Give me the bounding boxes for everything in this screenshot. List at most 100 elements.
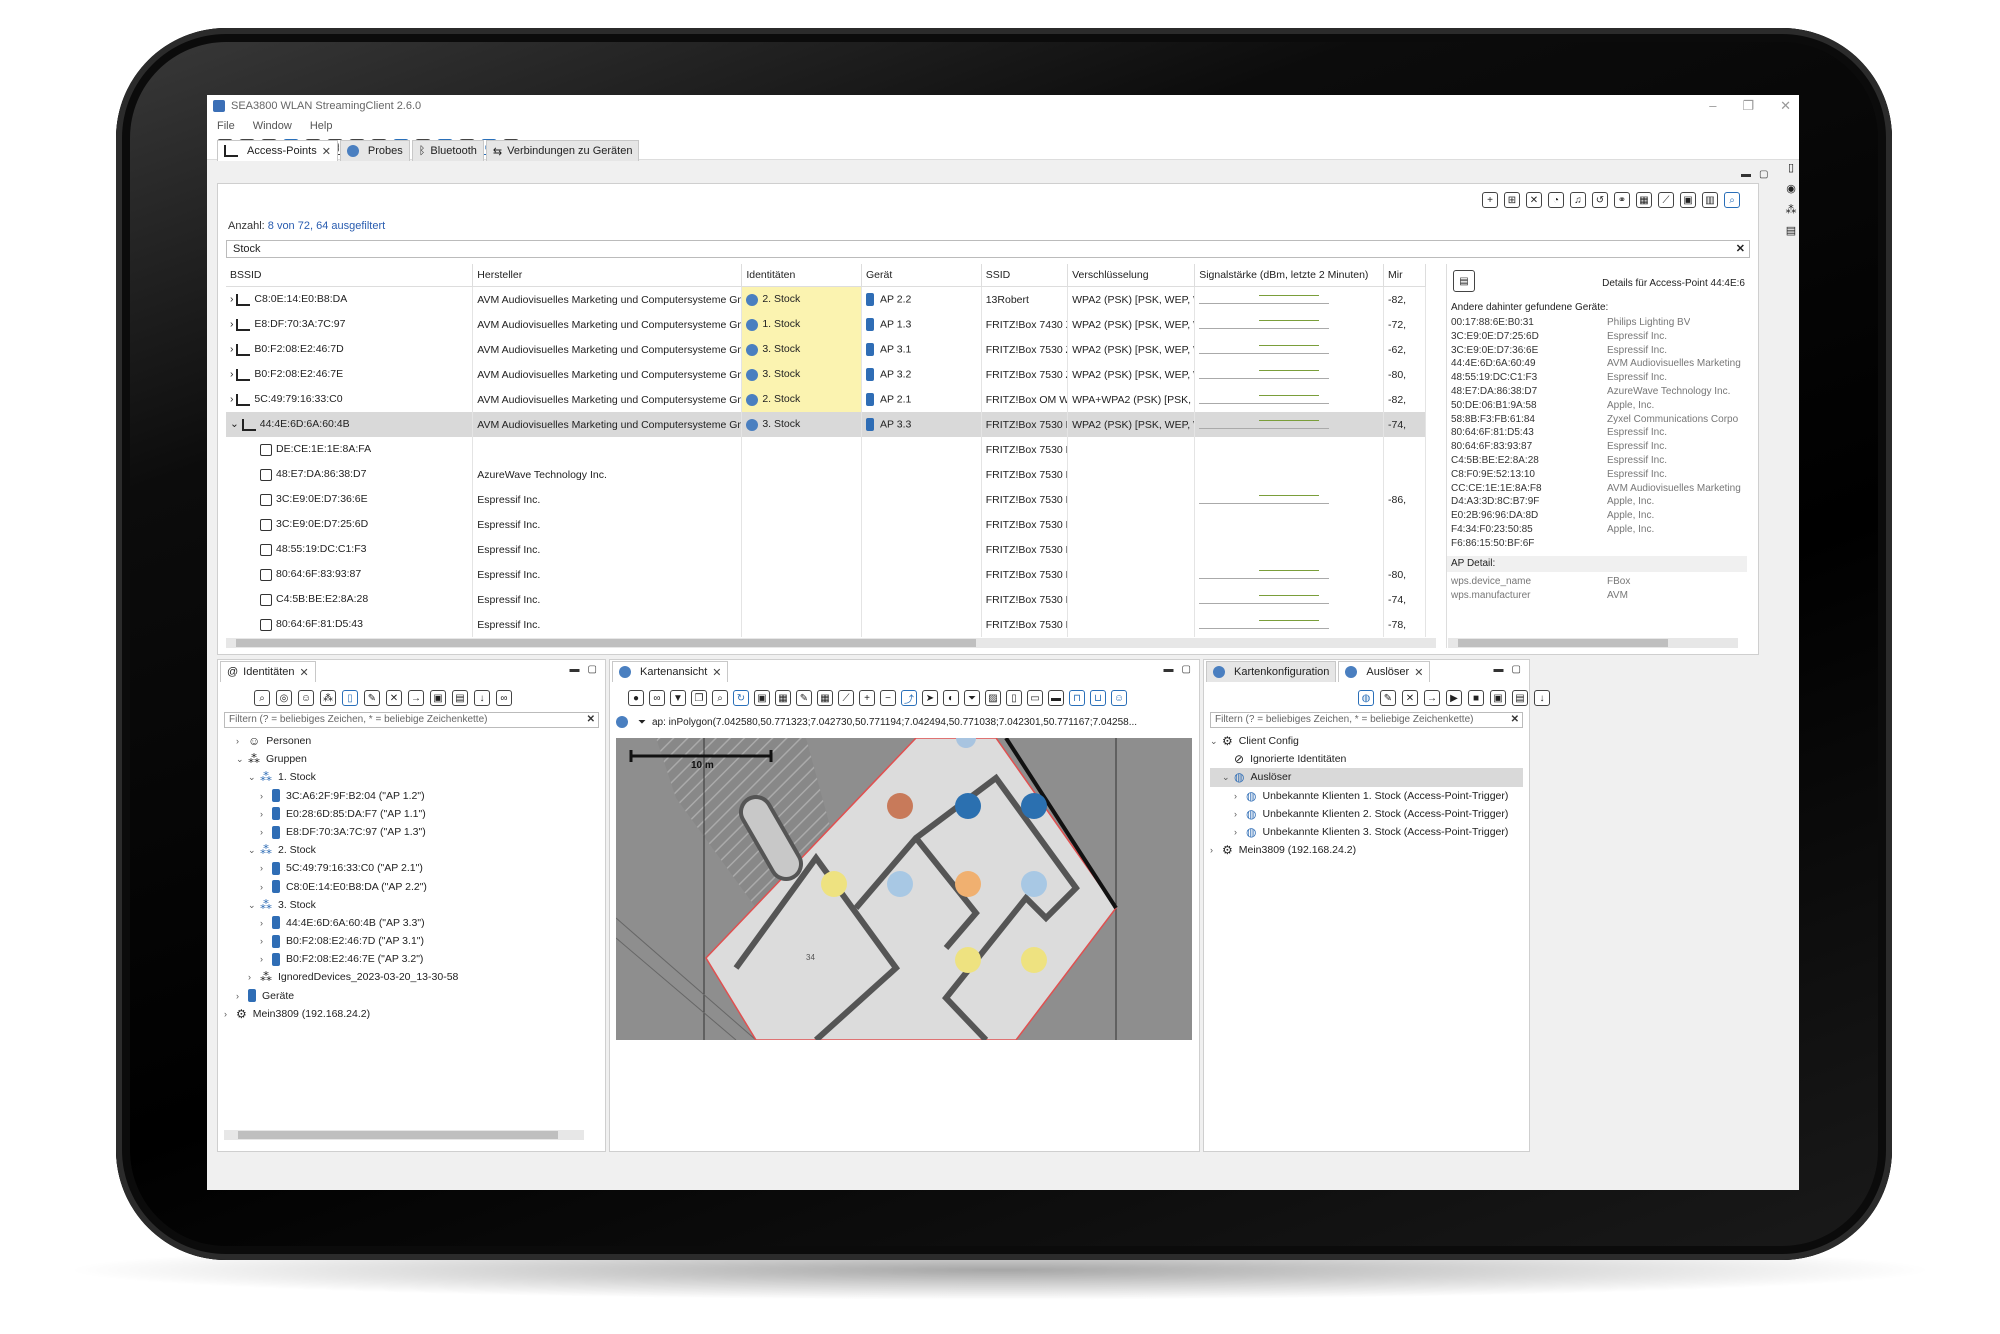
table-row[interactable]: › B0:F2:08:E2:46:7D AVM Audiovisuelles M…	[226, 337, 1427, 362]
table-row[interactable]: › 5C:49:79:16:33:C0 AVM Audiovisuelles M…	[226, 387, 1427, 412]
trigger-icon[interactable]: ◍	[1358, 690, 1374, 706]
delete-icon[interactable]: ✕	[1526, 192, 1542, 208]
tree-item[interactable]: › 5C:49:79:16:33:C0 ("AP 2.1")	[224, 859, 458, 877]
expand-icon[interactable]: ›	[260, 914, 272, 932]
expand-icon[interactable]: ›	[260, 950, 272, 968]
stop-icon[interactable]: ■	[1468, 690, 1484, 706]
menu-help[interactable]: Help	[310, 120, 333, 132]
collapse-icon[interactable]: ⌄	[248, 896, 260, 914]
tree-item[interactable]: › E8:DF:70:3A:7C:97 ("AP 1.3")	[224, 823, 458, 841]
tab-probes[interactable]: Probes	[339, 140, 410, 161]
table-row[interactable]: 80:64:6F:81:D5:43 Espressif Inc. FRITZ!B…	[226, 612, 1427, 637]
download-icon[interactable]: ↓	[474, 690, 490, 706]
expand-icon[interactable]: ›	[260, 859, 272, 877]
brush-icon[interactable]: ✎	[796, 690, 812, 706]
table-row[interactable]: 48:E7:DA:86:38:D7 AzureWave Technology I…	[226, 462, 1427, 487]
add-group-icon[interactable]: ⁂	[320, 690, 336, 706]
list-item[interactable]: CC:CE:1E:1E:8A:F8 AVM Audiovisuelles Mark…	[1451, 482, 1743, 496]
expand-icon[interactable]: ›	[260, 805, 272, 823]
history-icon[interactable]: ↺	[1592, 192, 1608, 208]
add-device-icon[interactable]: ▯	[342, 690, 358, 706]
count-value[interactable]: 8 von 72, 64 ausgefiltert	[268, 220, 385, 232]
edit-icon[interactable]: ✎	[1380, 690, 1396, 706]
identities-scrollbar[interactable]	[224, 1130, 584, 1140]
expand-icon[interactable]: ›	[230, 343, 234, 355]
layer-icon[interactable]: ●	[628, 690, 644, 706]
tree-item[interactable]: ⌄ ⚙ Client Config	[1210, 732, 1523, 750]
table-row[interactable]: › B0:F2:08:E2:46:7E AVM Audiovisuelles M…	[226, 362, 1427, 387]
delete-icon[interactable]: ✕	[386, 690, 402, 706]
col-identity[interactable]: Identitäten	[741, 264, 863, 287]
group-add-icon[interactable]: ⊞	[1504, 192, 1520, 208]
wifi-icon[interactable]: ◉	[1786, 182, 1796, 195]
map-marker[interactable]	[955, 871, 981, 897]
maximize-panel-icon[interactable]: ▢	[588, 664, 597, 675]
col-vendor[interactable]: Hersteller	[472, 264, 743, 287]
table-row[interactable]: › E8:DF:70:3A:7C:97 AVM Audiovisuelles M…	[226, 312, 1427, 337]
tree-item[interactable]: ⌄ ⁂ 3. Stock	[224, 896, 458, 914]
delete-icon[interactable]: ✕	[1402, 690, 1418, 706]
list-item[interactable]: 80:64:6F:81:D5:43 Espressif Inc.	[1451, 426, 1743, 440]
download-icon[interactable]: ↓	[1534, 690, 1550, 706]
filter-icon[interactable]: ▼	[670, 690, 686, 706]
table-horizontal-scrollbar[interactable]	[226, 638, 1436, 648]
close-icon[interactable]: ✕	[322, 145, 331, 158]
folder-icon[interactable]: ▤	[1786, 224, 1796, 237]
tree-item[interactable]: › 3C:A6:2F:9F:B2:04 ("AP 1.2")	[224, 787, 458, 805]
tree-item[interactable]: ⊘ Ignorierte Identitäten	[1210, 750, 1523, 768]
maximize-panel-icon[interactable]: ▢	[1182, 664, 1191, 675]
tree-item[interactable]: › B0:F2:08:E2:46:7D ("AP 3.1")	[224, 932, 458, 950]
grid-icon[interactable]: ▦	[817, 690, 833, 706]
list-item[interactable]: 3C:E9:0E:D7:36:6E Espressif Inc.	[1451, 344, 1743, 358]
list-item[interactable]: F6:86:15:50:BF:6F	[1451, 537, 1743, 551]
clear-filter-icon[interactable]: ✕	[1511, 713, 1519, 727]
binoculars-icon[interactable]: ∞	[649, 690, 665, 706]
list-item[interactable]: F4:34:F0:23:50:85 Apple, Inc.	[1451, 523, 1743, 537]
tree-item[interactable]: › E0:28:6D:85:DA:F7 ("AP 1.1")	[224, 805, 458, 823]
expand-icon[interactable]: ›	[1234, 805, 1246, 823]
copy-icon[interactable]: ❐	[691, 690, 707, 706]
expand-icon[interactable]: ›	[260, 878, 272, 896]
move-icon[interactable]: →	[408, 690, 424, 706]
tree-item[interactable]: › ◍ Unbekannte Klienten 1. Stock (Access-P…	[1210, 787, 1523, 805]
map-marker[interactable]	[887, 871, 913, 897]
list-item[interactable]: D4:A3:3D:8C:B7:9F Apple, Inc.	[1451, 495, 1743, 509]
minimize-panel-icon[interactable]: ▬	[1164, 664, 1174, 675]
expand-icon[interactable]: ›	[260, 823, 272, 841]
maximize-panel-icon[interactable]: ▢	[1512, 664, 1521, 675]
frame-icon[interactable]: ▣	[754, 690, 770, 706]
list-item[interactable]: 44:4E:6D:6A:60:49 AVM Audiovisuelles Mark…	[1451, 357, 1743, 371]
col-encryption[interactable]: Verschlüsselung	[1067, 264, 1196, 287]
close-button[interactable]: ✕	[1780, 98, 1791, 114]
play-icon[interactable]: ▶	[1446, 690, 1462, 706]
tree-item[interactable]: › ⁂ IgnoredDevices_2023-03-20_13-30-58	[224, 968, 458, 986]
map-marker[interactable]	[1021, 947, 1047, 973]
clear-filter-icon[interactable]: ✕	[1736, 241, 1745, 257]
ap-filter-input[interactable]: Stock ✕	[226, 240, 1750, 258]
map-query-text[interactable]: ap: inPolygon(7.042580,50.771323;7.04273…	[652, 717, 1137, 728]
expand-icon[interactable]: ›	[236, 987, 248, 1005]
close-icon[interactable]: ✕	[1414, 666, 1423, 679]
tree-item[interactable]: › ◍ Unbekannte Klienten 3. Stock (Access-P…	[1210, 823, 1523, 841]
minimize-button[interactable]: –	[1709, 98, 1716, 114]
tree-item[interactable]: › 44:4E:6D:6A:60:4B ("AP 3.3")	[224, 914, 458, 932]
maximize-panel-icon[interactable]: ▢	[1759, 169, 1768, 180]
col-min[interactable]: Mir	[1383, 264, 1427, 287]
map-marker[interactable]	[1021, 871, 1047, 897]
table-row-selected[interactable]: ⌄ 44:4E:6D:6A:60:4B AVM Audiovisuelles M…	[226, 412, 1427, 437]
table-row[interactable]: 3C:E9:0E:D7:25:6D Espressif Inc. FRITZ!B…	[226, 512, 1427, 537]
page-icon[interactable]: ▯	[1006, 690, 1022, 706]
funnel-icon[interactable]: ⏷	[964, 690, 980, 706]
tab-identities[interactable]: @ Identitäten ✕	[220, 661, 316, 682]
tab-bluetooth[interactable]: ᛒ Bluetooth	[411, 140, 484, 161]
map-marker[interactable]	[955, 947, 981, 973]
tree-item[interactable]: › B0:F2:08:E2:46:7E ("AP 3.2")	[224, 950, 458, 968]
globe-icon[interactable]: ◐	[943, 690, 959, 706]
zoom-in-icon[interactable]: +	[859, 690, 875, 706]
list-item[interactable]: 3C:E9:0E:D7:25:6D Espressif Inc.	[1451, 330, 1743, 344]
scan-icon[interactable]: ◎	[276, 690, 292, 706]
close-icon[interactable]: ✕	[712, 666, 721, 679]
alarm-icon[interactable]: ♫	[1570, 192, 1586, 208]
lock-open-icon[interactable]: ⊔	[1090, 690, 1106, 706]
map-marker[interactable]	[955, 793, 981, 819]
